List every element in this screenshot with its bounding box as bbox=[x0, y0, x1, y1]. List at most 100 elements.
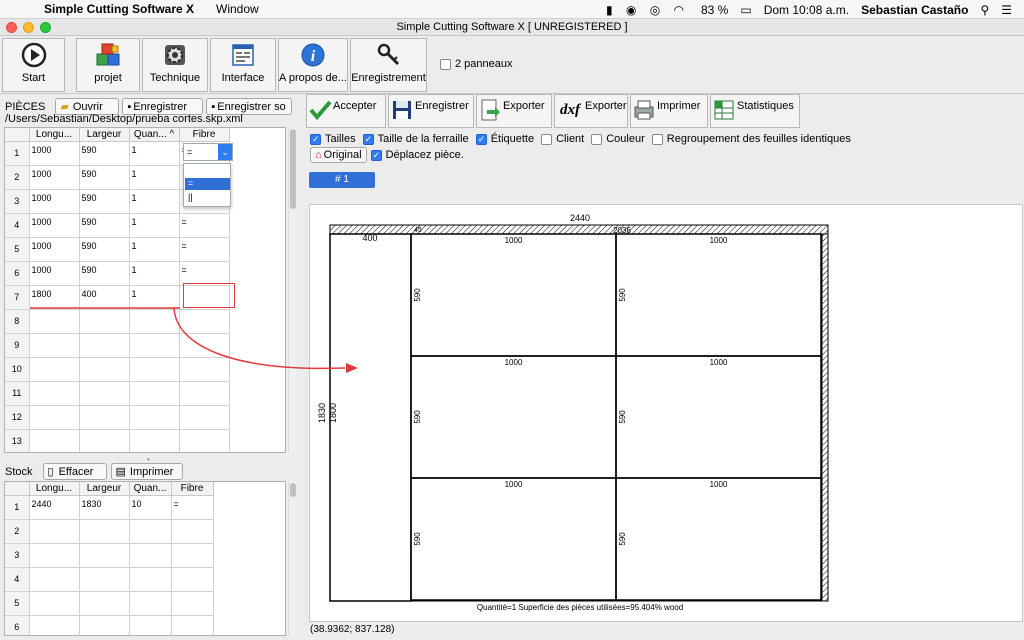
menu-list-icon[interactable]: ☰ bbox=[1001, 3, 1012, 17]
table-cell[interactable] bbox=[129, 381, 180, 406]
table-cell[interactable]: 1 bbox=[129, 189, 180, 214]
table-cell[interactable] bbox=[79, 309, 130, 334]
table-cell[interactable] bbox=[171, 591, 214, 616]
sheet-tab[interactable]: # 1 bbox=[309, 172, 375, 188]
table-cell[interactable]: 1000 bbox=[29, 261, 80, 286]
table-cell[interactable]: 590 bbox=[79, 165, 130, 190]
table-cell[interactable] bbox=[79, 357, 130, 382]
search-icon[interactable]: ⚲ bbox=[980, 3, 989, 17]
table-cell[interactable] bbox=[29, 615, 80, 635]
stock-col-header[interactable]: Longu... bbox=[29, 482, 80, 496]
table-cell[interactable]: 1 bbox=[129, 165, 180, 190]
stock-col-header[interactable]: Largeur bbox=[79, 482, 130, 496]
fibre-select[interactable]: = ⌄ bbox=[183, 143, 233, 161]
original-button[interactable]: ⌂ Original bbox=[310, 147, 367, 163]
table-cell[interactable]: = bbox=[179, 213, 230, 238]
couleur-checkbox[interactable] bbox=[591, 133, 603, 145]
table-cell[interactable] bbox=[79, 543, 130, 568]
menu-window[interactable]: Window bbox=[216, 2, 259, 16]
pieces-col-header[interactable]: Fibre bbox=[179, 128, 230, 142]
table-cell[interactable] bbox=[29, 543, 80, 568]
table-cell[interactable]: 590 bbox=[79, 141, 130, 166]
table-cell[interactable] bbox=[29, 309, 80, 334]
save-layout-button[interactable]: Enregistrer bbox=[388, 94, 474, 128]
table-cell[interactable] bbox=[129, 357, 180, 382]
pieces-table[interactable]: Longu...LargeurQuan... ^Fibre 110005901=… bbox=[4, 127, 286, 453]
ferraille-checkbox[interactable] bbox=[362, 133, 374, 145]
table-cell[interactable]: 590 bbox=[79, 237, 130, 262]
stock-print-button[interactable]: ▤ Imprimer bbox=[110, 463, 183, 480]
table-row[interactable]: 6 bbox=[5, 615, 214, 635]
table-cell[interactable]: 590 bbox=[79, 189, 130, 214]
table-cell[interactable]: 1800 bbox=[29, 285, 80, 310]
table-cell[interactable]: = bbox=[171, 495, 214, 520]
table-cell[interactable] bbox=[29, 357, 80, 382]
table-row[interactable]: 3 bbox=[5, 543, 214, 568]
table-cell[interactable] bbox=[129, 309, 180, 334]
table-cell[interactable]: 1 bbox=[129, 261, 180, 286]
table-cell[interactable] bbox=[129, 333, 180, 358]
table-cell[interactable]: 1 bbox=[129, 141, 180, 166]
table-cell[interactable] bbox=[79, 333, 130, 358]
status-icons[interactable]: ▮ ◉ ◎ ◠ bbox=[606, 3, 689, 17]
table-cell[interactable] bbox=[29, 591, 80, 616]
cutting-layout[interactable]: 1000 590 1000 590 1000 590 1000 590 1000 590 1000 5… bbox=[310, 205, 1022, 621]
table-cell[interactable]: 1000 bbox=[29, 189, 80, 214]
table-cell[interactable] bbox=[129, 519, 172, 544]
enregistrement-button[interactable]: Enregistrement bbox=[350, 38, 427, 92]
table-cell[interactable] bbox=[179, 309, 230, 334]
table-cell[interactable] bbox=[179, 405, 230, 430]
table-cell[interactable] bbox=[129, 591, 172, 616]
client-checkbox[interactable] bbox=[541, 133, 553, 145]
table-row[interactable]: 5 1000 590 1 = bbox=[5, 237, 230, 262]
stock-scrollbar[interactable] bbox=[288, 481, 296, 636]
option-regroupement[interactable]: Regroupement des feuilles identiques bbox=[651, 133, 851, 145]
table-cell[interactable] bbox=[29, 567, 80, 592]
option-couleur[interactable]: Couleur bbox=[591, 133, 645, 145]
table-cell[interactable]: 10 bbox=[129, 495, 172, 520]
stock-col-header[interactable]: Quan... bbox=[129, 482, 172, 496]
stock-col-header[interactable]: Fibre bbox=[171, 482, 214, 496]
interface-button[interactable]: Interface bbox=[210, 38, 276, 92]
table-cell[interactable] bbox=[79, 567, 130, 592]
table-cell[interactable] bbox=[171, 567, 214, 592]
table-cell[interactable] bbox=[79, 591, 130, 616]
table-cell[interactable]: 1 bbox=[129, 285, 180, 310]
option-etiquette[interactable]: Étiquette bbox=[475, 133, 534, 145]
table-cell[interactable] bbox=[171, 543, 214, 568]
table-cell[interactable] bbox=[129, 615, 172, 635]
table-cell[interactable] bbox=[29, 519, 80, 544]
table-cell[interactable]: 2440 bbox=[29, 495, 80, 520]
table-row[interactable]: 2 bbox=[5, 519, 214, 544]
table-cell[interactable] bbox=[79, 405, 130, 430]
table-row[interactable]: 12 bbox=[5, 405, 230, 430]
table-cell[interactable] bbox=[179, 381, 230, 406]
table-cell[interactable] bbox=[29, 381, 80, 406]
table-cell[interactable]: = bbox=[179, 261, 230, 286]
table-cell[interactable] bbox=[179, 357, 230, 382]
pieces-col-header[interactable]: Quan... ^ bbox=[129, 128, 180, 142]
pieces-col-header[interactable]: Longu... bbox=[29, 128, 80, 142]
table-row[interactable]: 9 bbox=[5, 333, 230, 358]
table-row[interactable]: 4 bbox=[5, 567, 214, 592]
fibre-option-equal[interactable]: = bbox=[185, 178, 230, 190]
deplacez-checkbox[interactable] bbox=[370, 149, 382, 161]
table-cell[interactable]: 1000 bbox=[29, 237, 80, 262]
table-row[interactable]: 6 1000 590 1 = bbox=[5, 261, 230, 286]
battery-icon[interactable]: ▭ bbox=[740, 3, 751, 17]
tailles-checkbox[interactable] bbox=[310, 133, 321, 145]
table-cell[interactable] bbox=[171, 519, 214, 544]
table-cell[interactable] bbox=[79, 429, 130, 452]
table-cell[interactable] bbox=[79, 381, 130, 406]
regroupement-checkbox[interactable] bbox=[651, 133, 663, 145]
table-row[interactable]: 5 bbox=[5, 591, 214, 616]
clear-button[interactable]: ▯ Effacer bbox=[42, 463, 107, 480]
table-cell[interactable]: 590 bbox=[79, 261, 130, 286]
two-panels-option[interactable]: 2 panneaux bbox=[440, 58, 513, 70]
technique-button[interactable]: Technique bbox=[142, 38, 208, 92]
table-cell[interactable] bbox=[179, 429, 230, 452]
etiquette-checkbox[interactable] bbox=[475, 133, 487, 145]
stock-table[interactable]: Longu... Largeur Quan... Fibre 1 2440 1830 10 =… bbox=[4, 481, 286, 636]
table-cell[interactable] bbox=[179, 333, 230, 358]
table-cell[interactable]: 1830 bbox=[79, 495, 130, 520]
